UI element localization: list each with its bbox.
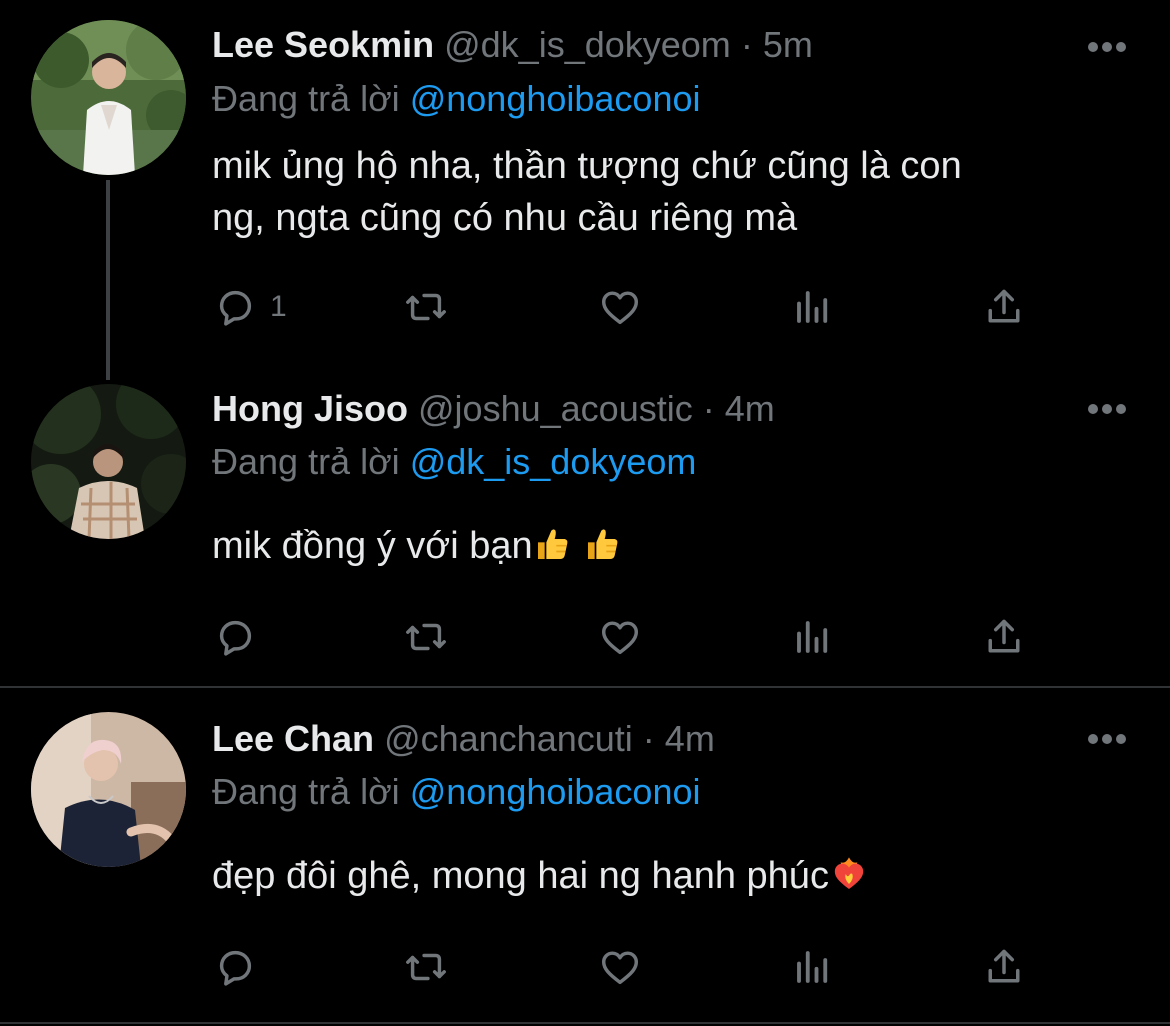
avatar[interactable] xyxy=(31,712,186,867)
analytics-icon xyxy=(792,614,834,660)
timestamp[interactable]: 5m xyxy=(763,24,813,65)
tweet-text: mik đồng ý với bạn xyxy=(212,520,1112,578)
share-icon xyxy=(982,614,1026,660)
retweet-button[interactable] xyxy=(402,942,450,992)
reply-icon xyxy=(212,614,258,660)
tweet-text-line: ng, ngta cũng có nhu cầu riêng mà xyxy=(212,197,798,239)
heart-on-fire-emoji xyxy=(829,854,869,908)
tweet-text-content: đẹp đôi ghê, mong hai ng hạnh phúc xyxy=(212,855,829,897)
share-icon xyxy=(982,944,1026,990)
tweet-lee-chan[interactable]: Lee Chan @chanchancuti · 4m Đang trả lời… xyxy=(0,688,1170,1022)
replying-to: Đang trả lời @nonghoibaconoi xyxy=(212,767,700,817)
reply-button[interactable] xyxy=(212,942,258,992)
avatar[interactable] xyxy=(31,20,186,175)
retweet-icon xyxy=(402,944,450,990)
tweet-divider xyxy=(0,1022,1170,1024)
analytics-button[interactable] xyxy=(792,282,834,332)
timestamp[interactable]: 4m xyxy=(725,388,775,429)
tweet-text-content: mik đồng ý với bạn xyxy=(212,525,533,567)
replying-to-label: Đang trả lời xyxy=(212,771,400,812)
analytics-button[interactable] xyxy=(792,942,834,992)
reply-icon xyxy=(212,944,258,990)
analytics-icon xyxy=(792,944,834,990)
display-name[interactable]: Lee Seokmin xyxy=(212,24,434,65)
reply-button[interactable]: 1 xyxy=(212,282,287,332)
replying-to: Đang trả lời @nonghoibaconoi xyxy=(212,74,700,124)
analytics-button[interactable] xyxy=(792,612,834,662)
tweet-text: mik ủng hộ nha, thần tượng chứ cũng là c… xyxy=(212,140,1112,244)
reply-icon xyxy=(212,284,258,330)
action-bar xyxy=(212,612,1042,662)
tweet-header: Lee Chan @chanchancuti · 4m xyxy=(212,714,1070,764)
action-bar xyxy=(212,942,1042,992)
replying-to-handle[interactable]: @nonghoibaconoi xyxy=(410,78,701,119)
replying-to: Đang trả lời @dk_is_dokyeom xyxy=(212,437,696,487)
display-name[interactable]: Hong Jisoo xyxy=(212,388,408,429)
share-icon xyxy=(982,284,1026,330)
like-button[interactable] xyxy=(596,282,644,332)
tweet-header: Hong Jisoo @joshu_acoustic · 4m xyxy=(212,384,1070,434)
like-icon xyxy=(596,614,644,660)
separator-dot: · xyxy=(702,388,715,429)
like-button[interactable] xyxy=(596,612,644,662)
replying-to-handle[interactable]: @dk_is_dokyeom xyxy=(410,441,697,482)
separator-dot: · xyxy=(642,718,655,759)
reply-count: 1 xyxy=(270,290,287,323)
retweet-icon xyxy=(402,284,450,330)
share-button[interactable] xyxy=(982,942,1026,992)
like-icon xyxy=(596,284,644,330)
retweet-button[interactable] xyxy=(402,282,450,332)
tweet-text-line: mik ủng hộ nha, thần tượng chứ cũng là c… xyxy=(212,145,962,187)
tweet-lee-seokmin[interactable]: Lee Seokmin @dk_is_dokyeom · 5m Đang trả… xyxy=(0,0,1170,380)
retweet-icon xyxy=(402,614,450,660)
more-icon[interactable] xyxy=(1086,402,1128,416)
replying-to-label: Đang trả lời xyxy=(212,78,400,119)
handle[interactable]: @joshu_acoustic xyxy=(418,388,693,429)
more-icon[interactable] xyxy=(1086,732,1128,746)
tweet-text: đẹp đôi ghê, mong hai ng hạnh phúc xyxy=(212,850,1112,908)
action-bar: 1 xyxy=(212,282,1042,332)
like-icon xyxy=(596,944,644,990)
more-icon[interactable] xyxy=(1086,40,1128,54)
handle[interactable]: @dk_is_dokyeom xyxy=(444,24,731,65)
tweet-header: Lee Seokmin @dk_is_dokyeom · 5m xyxy=(212,20,1070,70)
replying-to-handle[interactable]: @nonghoibaconoi xyxy=(410,771,701,812)
tweet-hong-jisoo[interactable]: Hong Jisoo @joshu_acoustic · 4m Đang trả… xyxy=(0,380,1170,686)
avatar[interactable] xyxy=(31,384,186,539)
handle[interactable]: @chanchancuti xyxy=(384,718,633,759)
thumbs-up-emoji xyxy=(583,524,623,578)
thread-line xyxy=(106,180,110,380)
display-name[interactable]: Lee Chan xyxy=(212,718,374,759)
reply-button[interactable] xyxy=(212,612,258,662)
share-button[interactable] xyxy=(982,612,1026,662)
separator-dot: · xyxy=(740,24,753,65)
like-button[interactable] xyxy=(596,942,644,992)
thumbs-up-emoji xyxy=(533,524,573,578)
retweet-button[interactable] xyxy=(402,612,450,662)
timestamp[interactable]: 4m xyxy=(665,718,715,759)
analytics-icon xyxy=(792,284,834,330)
share-button[interactable] xyxy=(982,282,1026,332)
replying-to-label: Đang trả lời xyxy=(212,441,400,482)
